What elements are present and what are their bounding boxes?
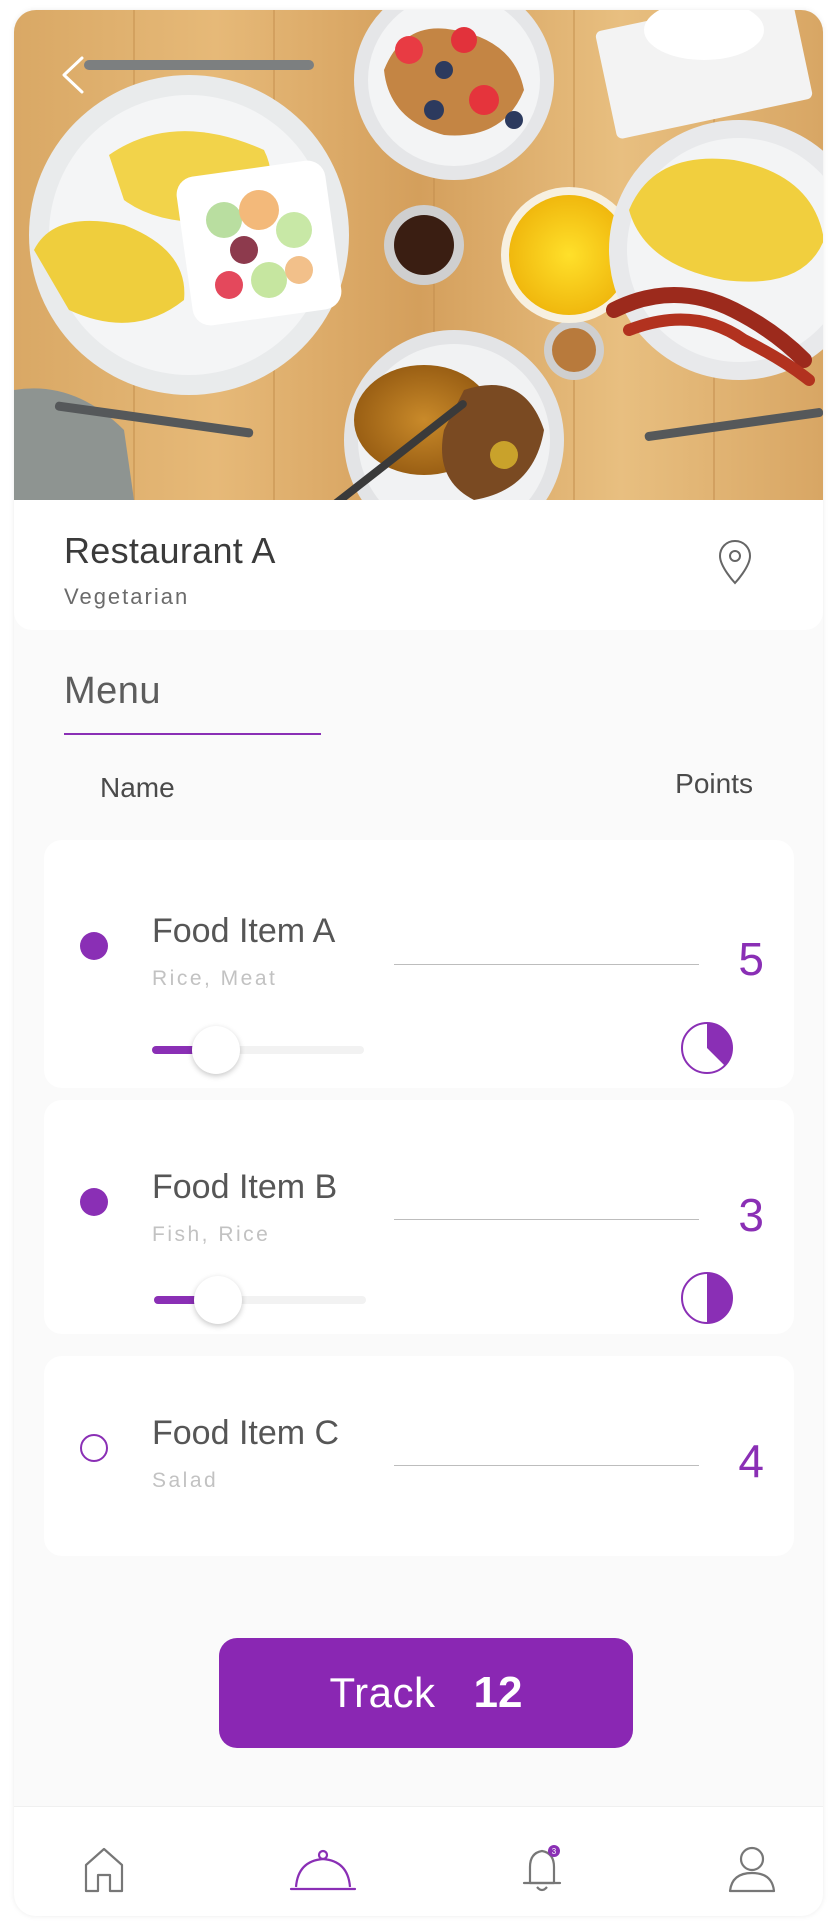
cloche-icon[interactable] — [288, 1841, 358, 1897]
food-item-points: 3 — [738, 1189, 764, 1241]
restaurant-type: Vegetarian — [64, 584, 190, 609]
food-item-description: Fish, Rice — [152, 1223, 271, 1246]
food-item-name: Food Item B — [152, 1168, 338, 1206]
food-item-card[interactable]: Food Item B Fish, Rice 3 — [44, 1100, 794, 1334]
bottom-navigation: 3 — [14, 1806, 823, 1916]
divider-line — [394, 964, 699, 965]
food-item-points: 4 — [738, 1435, 764, 1487]
track-button[interactable]: Track 12 — [219, 1638, 633, 1748]
food-item-points: 5 — [738, 933, 764, 985]
food-item-card[interactable]: Food Item C Salad 4 — [44, 1356, 794, 1556]
restaurant-name: Restaurant A — [64, 530, 276, 571]
column-header-name: Name — [100, 772, 175, 803]
food-item-description: Salad — [152, 1469, 219, 1492]
food-item-select-radio[interactable] — [80, 1188, 108, 1216]
portion-pie-icon[interactable] — [679, 1020, 735, 1076]
menu-underline — [64, 733, 321, 735]
restaurant-photo — [14, 10, 823, 500]
back-arrow-icon[interactable] — [50, 50, 100, 100]
location-pin-icon[interactable] — [717, 538, 753, 586]
divider-line — [394, 1465, 699, 1466]
portion-pie-icon[interactable] — [679, 1270, 735, 1326]
food-item-name: Food Item A — [152, 912, 336, 950]
food-item-select-radio[interactable] — [80, 932, 108, 960]
bell-icon[interactable]: 3 — [512, 1841, 576, 1897]
divider-line — [394, 1219, 699, 1220]
pie-wedge — [707, 1273, 732, 1323]
portion-slider[interactable] — [154, 1276, 366, 1324]
track-points-total: 12 — [473, 1668, 523, 1717]
food-item-select-radio[interactable] — [80, 1434, 108, 1462]
portion-slider-knob[interactable] — [194, 1276, 242, 1324]
home-icon[interactable] — [72, 1841, 136, 1897]
app-screen: Restaurant A Vegetarian Menu Name Points… — [14, 10, 823, 1916]
portion-slider[interactable] — [152, 1026, 364, 1074]
food-item-card[interactable]: Food Item A Rice, Meat 5 — [44, 840, 794, 1088]
menu-heading: Menu — [64, 670, 162, 712]
notification-count: 3 — [552, 1847, 557, 1856]
restaurant-info-card: Restaurant A Vegetarian — [14, 500, 823, 630]
food-item-description: Rice, Meat — [152, 967, 278, 990]
food-item-name: Food Item C — [152, 1414, 340, 1452]
track-button-label: Track — [329, 1669, 436, 1716]
column-header-points: Points — [675, 768, 753, 799]
user-icon[interactable] — [720, 1841, 784, 1897]
portion-slider-knob[interactable] — [192, 1026, 240, 1074]
